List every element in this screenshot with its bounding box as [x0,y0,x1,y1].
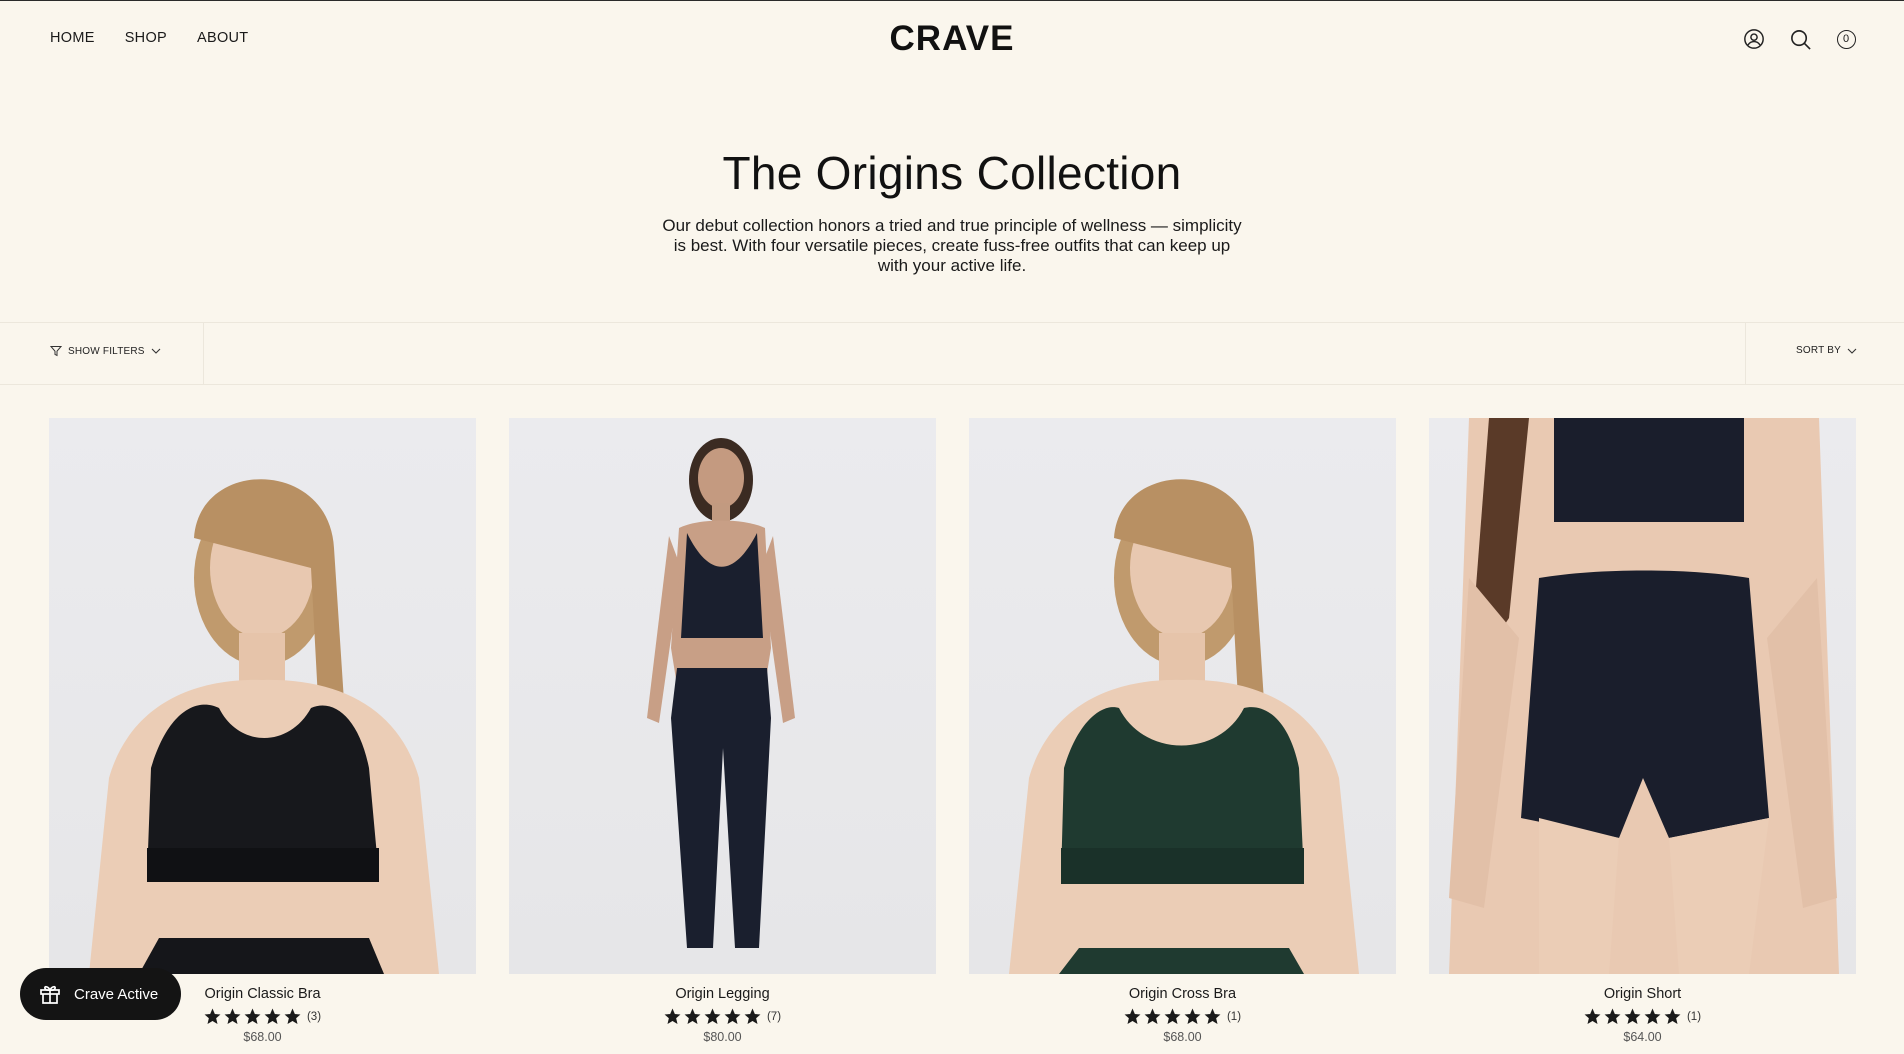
product-card[interactable]: Origin Cross Bra (1) $68.00 [969,418,1396,1044]
star-icon [1624,1008,1641,1024]
cart-icon[interactable]: 0 [1834,27,1858,51]
star-icon [744,1008,761,1024]
star-icon [204,1008,221,1024]
star-icon [1144,1008,1161,1024]
star-rating: (1) [969,1008,1396,1025]
product-name[interactable]: Origin Legging [509,986,936,1002]
chevron-down-icon [1847,348,1857,354]
site-header: HOME SHOP ABOUT CRAVE 0 [0,1,1904,77]
review-count: (7) [766,1010,782,1023]
product-name[interactable]: Origin Cross Bra [969,986,1396,1002]
star-icon [704,1008,721,1024]
filter-bar: SHOW FILTERS SORT BY [0,322,1904,385]
stars [204,1008,301,1025]
cart-count: 0 [1836,29,1856,49]
page-title: The Origins Collection [722,147,1182,199]
show-filters-label: SHOW FILTERS [68,345,145,357]
review-count: (3) [306,1010,322,1023]
star-icon [284,1008,301,1024]
star-icon [1124,1008,1141,1024]
sort-by-button[interactable]: SORT BY [1796,345,1857,356]
star-icon [1204,1008,1221,1024]
search-icon[interactable] [1788,27,1812,51]
review-count: (1) [1226,1010,1242,1023]
gift-icon [40,985,60,1004]
star-icon [724,1008,741,1024]
product-name[interactable]: Origin Short [1429,986,1856,1002]
star-icon [244,1008,261,1024]
product-card[interactable]: Origin Short (1) $64.00 [1429,418,1856,1044]
product-price: $68.00 [1163,1030,1202,1044]
product-image[interactable] [509,418,936,974]
stars [1124,1008,1221,1025]
product-price: $80.00 [703,1030,742,1044]
sort-by-label: SORT BY [1796,345,1841,356]
star-icon [1664,1008,1681,1024]
star-icon [684,1008,701,1024]
product-card[interactable]: Origin Legging (7) $80.00 [509,418,936,1044]
star-rating: (1) [1429,1008,1856,1025]
review-count: (1) [1686,1010,1702,1023]
star-icon [1164,1008,1181,1024]
star-icon [264,1008,281,1024]
product-image[interactable] [969,418,1396,974]
filter-icon [50,346,62,357]
star-icon [1604,1008,1621,1024]
star-icon [224,1008,241,1024]
filter-section: SHOW FILTERS [0,323,204,384]
header-icons: 0 [1742,27,1858,51]
star-rating: (7) [509,1008,936,1025]
star-icon [1584,1008,1601,1024]
star-icon [664,1008,681,1024]
product-card[interactable]: Origin Classic Bra (3) $68.00 [49,418,476,1044]
chevron-down-icon [151,348,161,354]
account-icon[interactable] [1742,27,1766,51]
collection-description: Our debut collection honors a tried and … [662,216,1242,275]
product-image[interactable] [1429,418,1856,974]
star-icon [1644,1008,1661,1024]
brand-logo[interactable]: CRAVE [0,19,1904,59]
product-price: $64.00 [1623,1030,1662,1044]
stars [1584,1008,1681,1025]
star-icon [1184,1008,1201,1024]
show-filters-button[interactable]: SHOW FILTERS [50,345,161,357]
product-image[interactable] [49,418,476,974]
sort-section: SORT BY [1745,323,1904,384]
stars [664,1008,761,1025]
rewards-launcher-button[interactable]: Crave Active [20,968,181,1020]
product-price: $68.00 [243,1030,282,1044]
rewards-label: Crave Active [74,985,159,1003]
